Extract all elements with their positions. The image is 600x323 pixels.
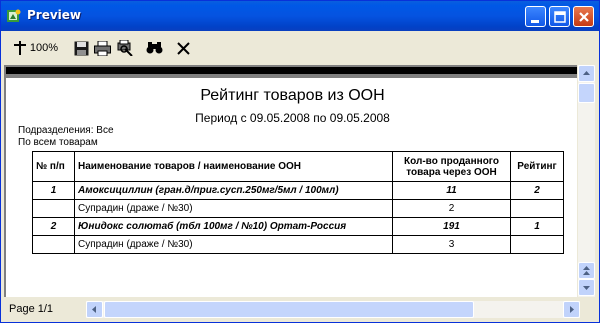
row-num: 1 [32, 181, 75, 200]
row-name: Юнидокс солютаб (тбл 100мг / №10) Ортат-… [74, 217, 393, 236]
row-name: Амоксициллин (гран.д/приг.сусп.250мг/5мл… [74, 181, 393, 200]
close-window-button[interactable] [573, 6, 594, 27]
scroll-right-button[interactable] [563, 301, 580, 318]
arrow-down-icon [583, 286, 590, 290]
double-arrow-up-icon [583, 266, 590, 275]
table-header-row: № п/п Наименование товаров / наименовани… [32, 151, 564, 182]
preview-window: Preview 100% Рейтинг товаров из ООН Пери… [0, 0, 600, 323]
report-period: Период с 09.05.2008 по 09.05.2008 [195, 111, 390, 125]
col-num-header: № п/п [32, 151, 75, 182]
col-rating-header: Рейтинг [510, 151, 564, 182]
table-row: 1 Амоксициллин (гран.д/приг.сусп.250мг/5… [32, 181, 564, 200]
report-title: Рейтинг товаров из ООН [200, 87, 385, 104]
find-button[interactable] [144, 38, 164, 58]
report-page: Рейтинг товаров из ООН Период с 09.05.20… [4, 65, 577, 297]
scroll-down-button[interactable] [578, 279, 595, 296]
print-button[interactable] [92, 38, 112, 58]
find-icon [146, 41, 162, 53]
minimize-icon [531, 20, 539, 23]
minimize-button[interactable] [525, 6, 546, 27]
title-bar[interactable]: Preview [1, 1, 599, 31]
col-qty-header: Кол-во проданного товара через ООН [392, 151, 511, 182]
save-button[interactable] [72, 38, 90, 58]
row-num [32, 199, 75, 218]
page-top-edge [6, 67, 577, 74]
printer-setup-icon [117, 40, 133, 56]
zoom-icon [13, 41, 26, 55]
arrow-right-icon [570, 306, 574, 313]
row-name: Супрадин (драже / №30) [74, 235, 393, 254]
app-icon [7, 9, 21, 22]
table-row: 2 Юнидокс солютаб (тбл 100мг / №10) Орта… [32, 217, 564, 236]
zoom-level: 100% [29, 42, 59, 54]
save-icon [74, 41, 88, 55]
print-icon [93, 40, 111, 56]
report-division: Подразделения: Все [18, 125, 114, 136]
maximize-button[interactable] [549, 6, 570, 27]
row-rating [510, 199, 564, 218]
row-rating: 2 [510, 181, 564, 200]
row-name: Супрадин (драже / №30) [74, 199, 393, 218]
scroll-up-button[interactable] [578, 65, 595, 82]
row-rating: 1 [510, 217, 564, 236]
page-up-button[interactable] [578, 262, 595, 279]
row-qty: 3 [392, 235, 511, 254]
maximize-icon [554, 11, 566, 23]
row-rating [510, 235, 564, 254]
row-qty: 191 [392, 217, 511, 236]
row-num [32, 235, 75, 254]
row-qty: 11 [392, 181, 511, 200]
arrow-left-icon [92, 306, 96, 313]
rating-table: № п/п Наименование товаров / наименовани… [32, 151, 564, 254]
page-indicator: Page 1/1 [9, 303, 54, 315]
close-icon [176, 41, 190, 55]
close-x-icon [579, 12, 589, 22]
window-title: Preview [27, 8, 82, 22]
arrow-up-icon [583, 71, 590, 75]
col-name-header: Наименование товаров / наименование ООН [74, 151, 393, 182]
vertical-scrollbar[interactable] [578, 65, 595, 297]
zoom-button[interactable]: 100% [12, 38, 60, 58]
scroll-left-button[interactable] [86, 301, 103, 318]
table-row: Супрадин (драже / №30) 3 [32, 235, 564, 254]
table-row: Супрадин (драже / №30) 2 [32, 199, 564, 218]
page-shadow [6, 74, 577, 78]
close-preview-button[interactable] [174, 38, 192, 58]
horizontal-scrollbar[interactable] [86, 301, 580, 318]
toolbar: 100% [4, 35, 596, 61]
status-bar: Page 1/1 [4, 299, 596, 321]
row-qty: 2 [392, 199, 511, 218]
printer-setup-button[interactable] [114, 38, 134, 58]
report-scope: По всем товарам [18, 137, 98, 148]
vertical-scroll-thumb[interactable] [578, 83, 595, 103]
row-num: 2 [32, 217, 75, 236]
horizontal-scroll-thumb[interactable] [104, 301, 474, 318]
